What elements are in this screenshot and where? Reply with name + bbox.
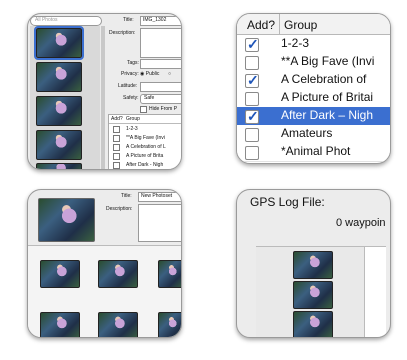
column-divider bbox=[279, 14, 280, 34]
group-label: **A Big Fave (Invi bbox=[126, 135, 165, 141]
group-checkbox[interactable] bbox=[113, 162, 120, 169]
list-scrollbar[interactable] bbox=[101, 26, 105, 169]
checkbox-checked-icon[interactable] bbox=[245, 36, 259, 53]
photo-info-panel: All Photos Title: IMG_1302 Description: … bbox=[27, 13, 182, 170]
photoset-description-label: Description: bbox=[106, 206, 133, 212]
gps-panel: GPS Log File: 0 waypoin bbox=[236, 189, 391, 338]
hide-checkbox[interactable] bbox=[140, 106, 147, 113]
photoset-cover-image[interactable] bbox=[38, 198, 95, 242]
photoset-thumbnail[interactable] bbox=[158, 260, 181, 288]
checkbox-checked-icon[interactable] bbox=[245, 108, 259, 125]
group-checkbox[interactable] bbox=[113, 135, 120, 142]
group-row[interactable]: After Dark – Nigh bbox=[237, 107, 390, 126]
photo-thumbnail[interactable] bbox=[36, 163, 82, 169]
group-row-label: *Animal Phot bbox=[281, 144, 351, 158]
group-checkbox[interactable] bbox=[113, 144, 120, 151]
title-field[interactable]: IMG_1302 bbox=[140, 16, 181, 26]
photoset-title-value: New Photoset bbox=[141, 193, 173, 199]
group-row[interactable]: A Picture of Britai bbox=[237, 89, 390, 108]
group-row-label: A Picture of Britai bbox=[281, 90, 374, 104]
group-row-label: A Celebration of bbox=[281, 72, 367, 86]
group-row-label: Amateurs bbox=[281, 126, 333, 140]
group-row[interactable]: 1-2-3 bbox=[237, 35, 390, 54]
photoset-title-field[interactable]: New Photoset bbox=[138, 192, 181, 202]
description-label: Description: bbox=[109, 30, 136, 36]
photoset-thumbnail[interactable] bbox=[158, 312, 181, 337]
group-row-label: 1-2-3 bbox=[281, 36, 310, 50]
radio-on-icon: ◉ bbox=[140, 71, 145, 77]
waypoints-count: 0 waypoin bbox=[336, 217, 386, 229]
title-value: IMG_1302 bbox=[143, 17, 167, 23]
photoset-title-label: Title: bbox=[121, 193, 132, 199]
privacy-public-label: Public bbox=[145, 71, 160, 77]
group-checkbox[interactable] bbox=[113, 126, 120, 133]
description-field[interactable] bbox=[140, 28, 181, 58]
tags-field[interactable] bbox=[140, 59, 181, 69]
group-table-header: Add? Group bbox=[237, 14, 390, 35]
checkbox-checked-icon[interactable] bbox=[245, 72, 259, 89]
photoset-thumbnail[interactable] bbox=[40, 260, 80, 288]
hide-label: Hide From P bbox=[149, 106, 178, 112]
group-row[interactable]: **A Big Fave (Invi bbox=[237, 53, 390, 72]
group-checkbox[interactable] bbox=[113, 153, 120, 160]
checkbox-unchecked-icon[interactable] bbox=[245, 128, 259, 142]
add-column-header[interactable]: Add? bbox=[247, 18, 275, 32]
photo-thumbnail[interactable] bbox=[36, 130, 82, 160]
group-label: 1-2-3 bbox=[126, 126, 138, 132]
group-label: After Dark - Nigh bbox=[126, 162, 164, 168]
search-field[interactable]: All Photos bbox=[30, 16, 102, 26]
gps-photo-thumbnail[interactable] bbox=[293, 251, 333, 279]
safety-select[interactable]: Safe bbox=[140, 94, 181, 104]
group-row[interactable]: A Celebration of bbox=[237, 71, 390, 90]
search-placeholder: All Photos bbox=[35, 17, 58, 23]
photo-list[interactable] bbox=[30, 26, 100, 169]
latitude-field[interactable] bbox=[140, 82, 181, 92]
photo-thumbnail[interactable] bbox=[36, 62, 82, 92]
group-label: A Celebration of L bbox=[126, 144, 166, 150]
group-column-header[interactable]: Group bbox=[126, 116, 140, 122]
title-label: Title: bbox=[123, 17, 134, 23]
photo-thumbnail[interactable] bbox=[36, 96, 82, 126]
privacy-other-radio[interactable]: ○ bbox=[168, 71, 171, 77]
gps-photo-thumbnail[interactable] bbox=[293, 311, 333, 337]
checkbox-unchecked-icon[interactable] bbox=[245, 92, 259, 106]
checkbox-unchecked-icon[interactable] bbox=[245, 56, 259, 70]
table-header-divider bbox=[109, 123, 181, 124]
checkbox-unchecked-icon[interactable] bbox=[245, 146, 259, 160]
group-table: Add? Group 1-2-3 **A Big Fave (Invi A Cele… bbox=[108, 114, 181, 169]
group-row[interactable]: Amateurs bbox=[237, 125, 390, 144]
group-row-label: **A Big Fave (Invi bbox=[281, 54, 375, 68]
latitude-label: Latitude: bbox=[118, 83, 138, 89]
gps-log-label: GPS Log File: bbox=[250, 195, 325, 209]
list-divider bbox=[364, 247, 365, 337]
group-table-zoom: Add? Group 1-2-3 **A Big Fave (Invi A Cele… bbox=[236, 13, 391, 164]
safety-label: Safety: bbox=[123, 95, 139, 101]
privacy-label: Privacy: bbox=[121, 71, 139, 77]
radio-off-icon: ○ bbox=[168, 71, 172, 77]
photoset-thumbnail[interactable] bbox=[40, 312, 80, 337]
gps-photo-thumbnail[interactable] bbox=[293, 281, 333, 309]
add-column-header[interactable]: Add? bbox=[111, 116, 123, 122]
photoset-panel: Title: New Photoset Description: bbox=[27, 189, 182, 338]
photo-thumbnail[interactable] bbox=[34, 26, 84, 60]
photoset-thumbnail[interactable] bbox=[98, 260, 138, 288]
group-row-label: After Dark – Nigh bbox=[281, 108, 374, 122]
privacy-public-radio[interactable]: ◉ Public bbox=[140, 71, 159, 77]
group-label: A Picture of Brita bbox=[126, 153, 164, 159]
group-row[interactable]: *Animal Phot bbox=[237, 143, 390, 162]
safety-value: Safe bbox=[144, 95, 155, 101]
gps-photo-list[interactable] bbox=[256, 246, 386, 337]
group-column-header[interactable]: Group bbox=[284, 18, 317, 32]
photoset-description-field[interactable] bbox=[138, 204, 181, 242]
tags-label: Tags: bbox=[127, 60, 139, 66]
photoset-grid bbox=[28, 245, 181, 337]
photoset-thumbnail[interactable] bbox=[98, 312, 138, 337]
